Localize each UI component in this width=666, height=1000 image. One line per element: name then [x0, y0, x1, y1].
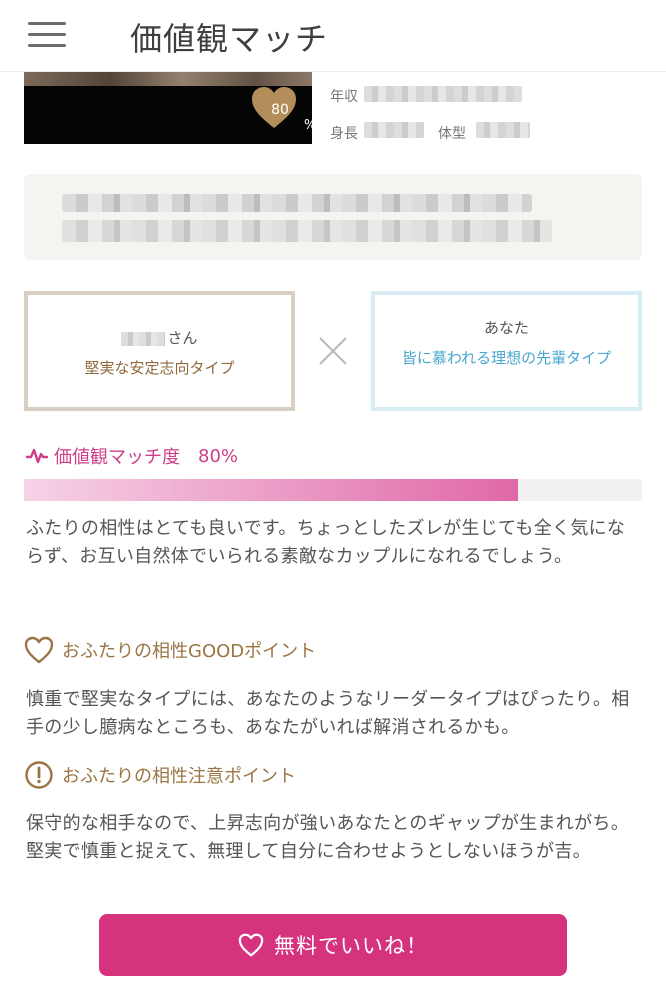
- free-like-label: 無料でいいね！: [274, 934, 428, 958]
- pulse-icon: [26, 448, 48, 464]
- match-degree-heading: 価値観マッチ度 80%: [26, 443, 238, 469]
- partner-type-text: 堅実な安定志向タイプ: [84, 359, 235, 377]
- income-label: 年収: [330, 89, 358, 105]
- match-badge-value: 80: [271, 102, 289, 118]
- match-degree-label: 価値観マッチ度: [54, 447, 180, 468]
- good-point-text: 慎重で堅実なタイプには、あなたのようなリーダータイプはぴったり。相手の少し臆病な…: [26, 689, 630, 738]
- income-value-blurred: [364, 86, 522, 102]
- body-type-value-blurred: [476, 122, 530, 138]
- hamburger-menu-icon[interactable]: [28, 20, 66, 50]
- your-name: あなた: [483, 319, 529, 337]
- match-degree-percent: 80%: [198, 445, 239, 467]
- good-point-heading: おふたりの相性GOODポイント: [24, 636, 316, 664]
- height-value-blurred: [364, 122, 424, 138]
- your-type-text: 皆に慕われる理想の先輩タイプ: [401, 349, 612, 367]
- partner-name-suffix: さん: [167, 329, 198, 347]
- match-progress-bar: [24, 479, 642, 501]
- caution-point-text: 保守的な相手なので、上昇志向が強いあなたとのギャップが生まれがち。堅実で慎重と捉…: [26, 813, 629, 862]
- caution-point-heading: おふたりの相性注意ポイント: [24, 760, 296, 790]
- height-label: 身長: [330, 126, 358, 142]
- match-progress-fill: [24, 479, 519, 501]
- cross-icon: [319, 337, 347, 365]
- free-like-button[interactable]: 無料でいいね！: [99, 914, 567, 976]
- partner-type-card: さん 堅実な安定志向タイプ: [24, 291, 295, 411]
- your-type-card: あなた 皆に慕われる理想の先輩タイプ: [371, 291, 642, 411]
- page-title: 価値観マッチ: [130, 20, 329, 58]
- heart-outline-icon: [24, 636, 54, 664]
- profile-message-card: [24, 174, 642, 260]
- partner-name: さん: [28, 327, 291, 348]
- heart-outline-icon: [238, 933, 264, 957]
- match-badge-unit: %: [304, 118, 312, 133]
- body-type-label: 体型: [438, 126, 466, 142]
- profile-photo[interactable]: 80 %: [24, 70, 312, 144]
- exclamation-circle-icon: [25, 761, 53, 789]
- partner-name-blurred: [121, 331, 166, 346]
- caution-point-title: おふたりの相性注意ポイント: [62, 766, 296, 787]
- app-header: 価値観マッチ: [0, 0, 666, 72]
- match-heart-badge: 80 %: [246, 86, 312, 144]
- good-point-title: おふたりの相性GOODポイント: [62, 641, 317, 662]
- match-description: ふたりの相性はとても良いです。ちょっとしたズレが生じても全く気にならず、お互い自…: [26, 518, 626, 567]
